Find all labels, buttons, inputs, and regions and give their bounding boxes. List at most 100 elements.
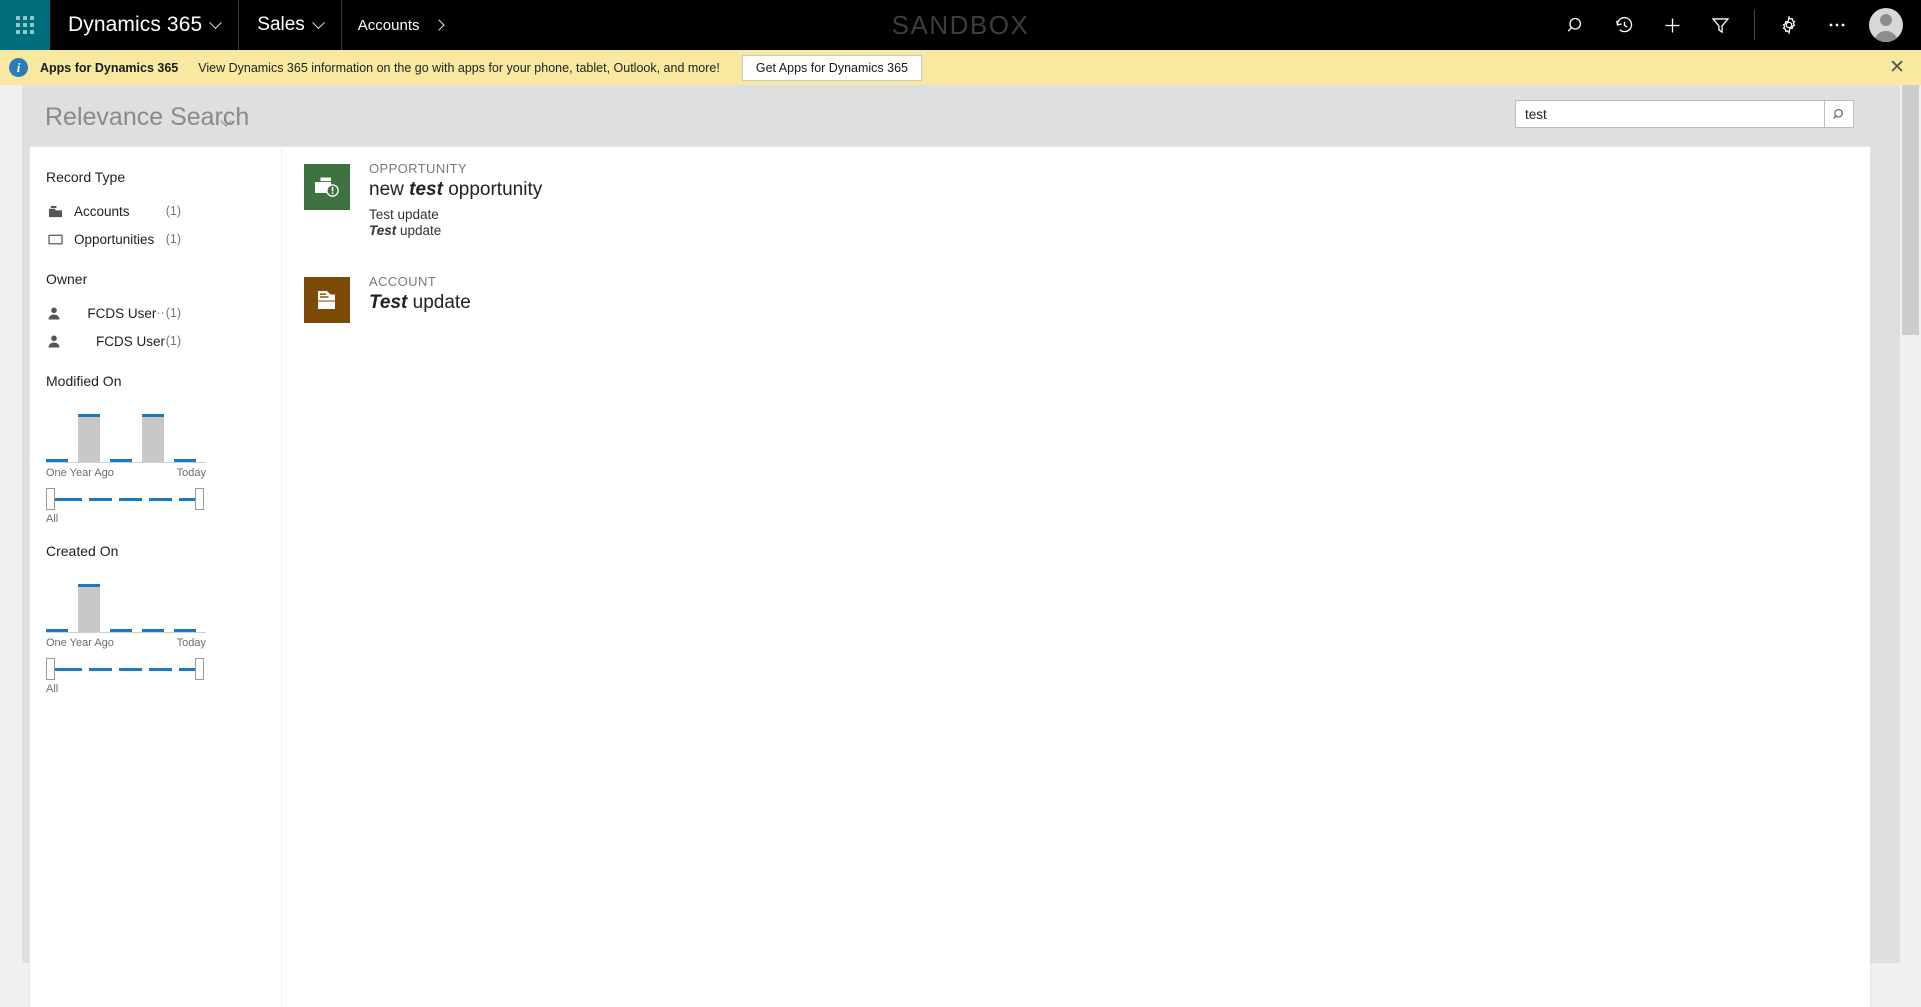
close-icon[interactable]: ✕ [1889,58,1905,77]
axis-label-left: One Year Ago [46,637,114,649]
results-list: OPPORTUNITY new test opportunity Test up… [282,147,1870,1007]
notification-bar: i Apps for Dynamics 365 View Dynamics 36… [0,50,1921,85]
search-results-card: Record Type Accounts (1) Opportunities (… [30,147,1870,1007]
scrollbar-thumb[interactable] [1902,85,1919,335]
modified-on-histogram[interactable] [46,401,206,463]
result-item-account[interactable]: ACCOUNT Test update [282,252,1870,337]
slider-track [50,498,202,501]
app-label: Sales [257,14,305,35]
search-area [1515,100,1854,128]
notification-title: Apps for Dynamics 365 [40,60,179,75]
facet-label: Accounts [74,203,130,219]
created-on-range-slider[interactable] [46,658,206,680]
histogram-bar[interactable] [110,459,132,462]
facet-panel: Record Type Accounts (1) Opportunities (… [30,147,282,1007]
slider-handle-max[interactable] [195,488,204,510]
breadcrumb[interactable]: Accounts [342,0,459,50]
facet-count: (1) [165,232,181,246]
result-subline-post: update [396,223,442,238]
brand-menu[interactable]: Dynamics 365 [50,0,240,50]
histogram-bar[interactable] [110,629,132,632]
breadcrumb-label: Accounts [357,16,420,34]
slider-handle-min[interactable] [46,658,55,680]
created-on-facet: One Year Ago Today All [46,571,236,695]
account-icon [304,277,350,323]
brand-label: Dynamics 365 [68,13,203,36]
result-title-highlight: test [409,179,443,200]
result-subline-highlight: Test [369,223,397,238]
slider-handle-min[interactable] [46,488,55,510]
advanced-find-icon[interactable] [1696,0,1744,50]
app-launcher-button[interactable] [0,0,50,50]
facet-count: (1) [165,204,181,218]
search-input[interactable] [1515,100,1825,128]
result-title-post: update [407,292,471,313]
slider-track [50,668,202,671]
facet-count: (1) [165,334,181,348]
result-title-post: opportunity [442,179,543,200]
settings-gear-icon[interactable] [1765,0,1813,50]
info-icon: i [9,58,28,77]
opportunity-icon [304,164,350,210]
search-header: Relevance Search [0,85,1900,147]
histogram-axis-labels: One Year Ago Today [46,637,206,649]
facet-group-record-type-title: Record Type [46,169,126,185]
modified-on-range-slider[interactable] [46,488,206,510]
quick-create-icon[interactable] [1648,0,1696,50]
facet-group-modified-on-title: Modified On [46,373,122,389]
facet-label: Opportunities [74,231,155,247]
histogram-bar[interactable] [46,459,68,462]
histogram-axis-labels: One Year Ago Today [46,467,206,479]
modified-on-range-label: All [46,513,59,525]
top-navigation-bar: Dynamics 365 Sales Accounts SANDBOX [0,0,1921,50]
created-on-histogram[interactable] [46,571,206,633]
axis-label-left: One Year Ago [46,467,114,479]
histogram-bar[interactable] [78,584,100,632]
axis-label-right: Today [176,637,206,649]
opportunity-icon [48,233,74,245]
facet-group-owner-title: Owner [46,271,88,287]
result-title: new test opportunity [369,179,542,201]
result-body: ACCOUNT Test update [369,274,471,314]
facet-item-opportunities[interactable]: Opportunities (1) [30,225,281,253]
modified-on-facet: One Year Ago Today All [46,401,236,525]
facet-item-owner-2[interactable]: FCDS User (1) [30,327,281,355]
chevron-right-icon [432,19,445,31]
result-item-opportunity[interactable]: OPPORTUNITY new test opportunity Test up… [282,147,1870,252]
result-body: OPPORTUNITY new test opportunity Test up… [369,161,542,238]
slider-handle-max[interactable] [195,658,204,680]
vertical-scrollbar[interactable] [1900,85,1921,963]
histogram-bar[interactable] [142,414,164,462]
person-icon [48,307,65,320]
result-title-pre: new [369,179,410,200]
histogram-bar[interactable] [46,629,68,632]
search-submit-button[interactable] [1825,100,1854,128]
histogram-bar[interactable] [142,629,164,632]
more-ellipsis-icon[interactable] [1813,0,1861,50]
created-on-range-label: All [46,683,59,695]
result-record-type: OPPORTUNITY [369,161,468,176]
get-apps-button[interactable]: Get Apps for Dynamics 365 [741,54,922,81]
person-icon [48,335,74,348]
nav-actions [1552,0,1921,50]
app-menu[interactable]: Sales [239,0,342,50]
axis-label-right: Today [176,467,206,479]
facet-label: FCDS User [87,305,157,321]
chevron-down-icon [311,15,325,29]
avatar[interactable] [1869,8,1903,42]
search-icon[interactable] [1552,0,1600,50]
page-body: Relevance Search Record Type Accounts [0,85,1921,1007]
histogram-bar[interactable] [174,629,196,632]
histogram-bar[interactable] [174,459,196,462]
result-title-highlight: Test [369,292,408,313]
facet-group-created-on-title: Created On [46,543,119,559]
facet-item-owner-1[interactable]: FCDS User (1) [30,299,281,327]
account-icon [48,205,74,218]
facet-item-accounts[interactable]: Accounts (1) [30,197,281,225]
waffle-grid-icon [16,16,34,34]
page-title: Relevance Search [45,103,250,131]
history-icon[interactable] [1600,0,1648,50]
left-rail [0,85,22,963]
histogram-bar[interactable] [78,414,100,462]
notification-message: View Dynamics 365 information on the go … [198,60,720,75]
